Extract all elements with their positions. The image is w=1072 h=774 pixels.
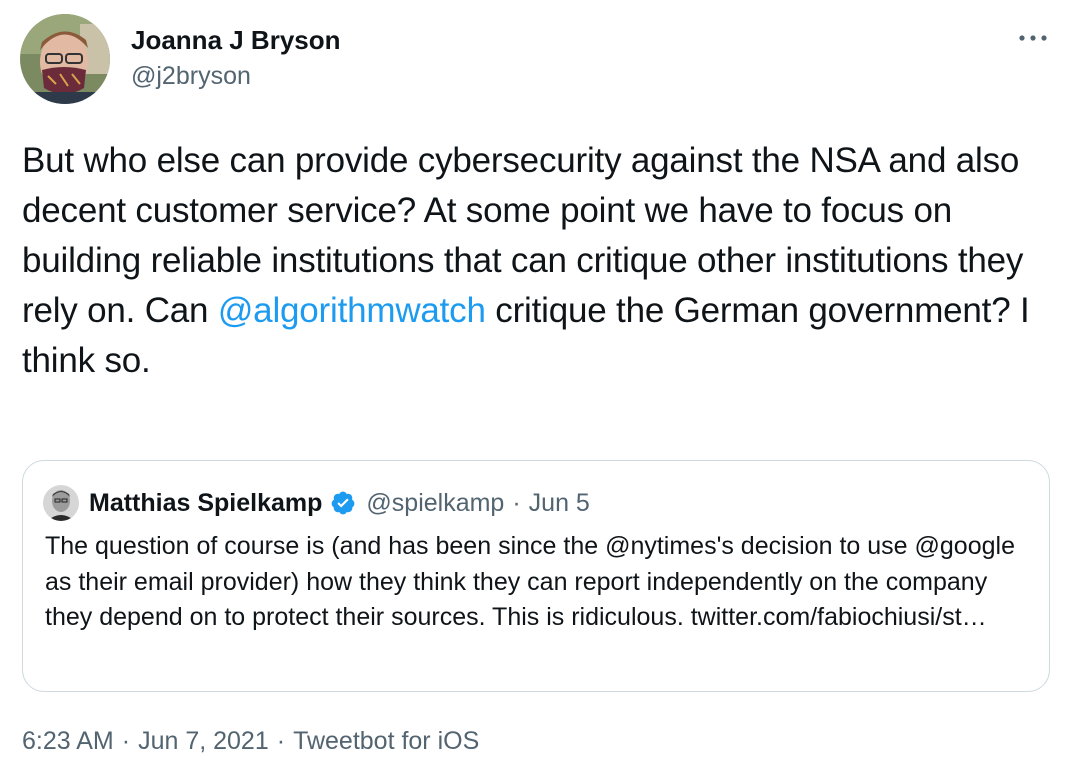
author-avatar[interactable] [20,14,110,104]
tweet-timestamp-row: 6:23 AM · Jun 7, 2021 · Tweetbot for iOS [22,724,479,758]
quoted-author-name: Matthias Spielkamp [89,488,323,517]
quoted-tweet-card[interactable]: Matthias Spielkamp @spielkamp · Jun 5 Th… [22,460,1050,692]
tweet-time[interactable]: 6:23 AM [22,727,114,755]
author-handle[interactable]: @j2bryson [131,60,251,92]
more-options-button[interactable] [1016,26,1050,50]
quoted-author-avatar [43,485,79,521]
quoted-tweet-header: Matthias Spielkamp @spielkamp · Jun 5 [89,485,590,521]
author-name[interactable]: Joanna J Bryson [131,24,341,56]
more-horizontal-icon [1019,35,1047,41]
quoted-author-handle: @spielkamp [366,488,505,517]
mention-link[interactable]: @algorithmwatch [218,291,486,330]
timestamp-separator: · [121,727,131,755]
tweet-source[interactable]: Tweetbot for iOS [293,727,479,755]
tweet-date[interactable]: Jun 7, 2021 [138,727,269,755]
source-separator: · [276,727,286,755]
quoted-tweet-text: The question of course is (and has been … [45,532,1015,631]
quoted-separator: · [512,488,521,517]
tweet: Joanna J Bryson @j2bryson But who else c… [0,0,1072,774]
verified-badge-icon [330,490,356,516]
tweet-text: But who else can provide cybersecurity a… [22,136,1052,386]
quoted-tweet-date[interactable]: Jun 5 [529,489,590,518]
